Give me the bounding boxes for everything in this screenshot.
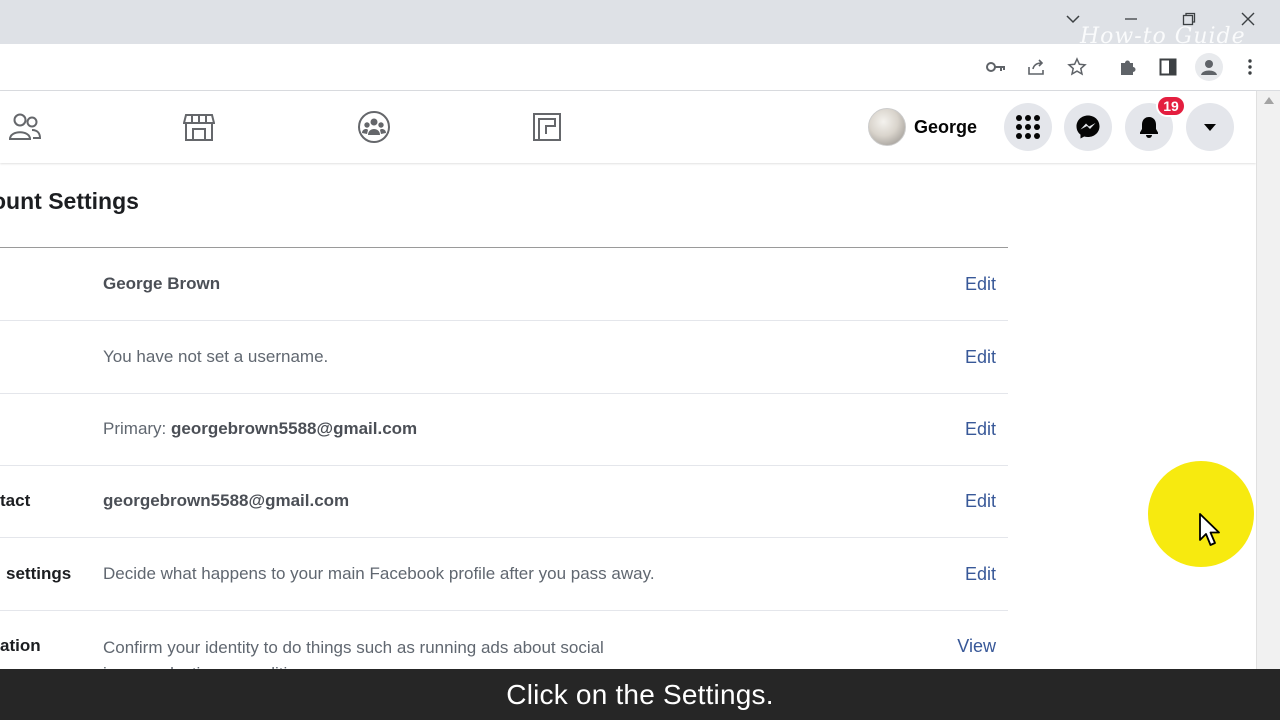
row-value: Decide what happens to your main Faceboo…	[103, 564, 655, 583]
edit-ad-contact-link[interactable]: Edit	[965, 465, 996, 537]
row-label: tact	[0, 491, 31, 510]
row-value: You have not set a username.	[103, 347, 329, 366]
menu-grid-button[interactable]	[1004, 103, 1052, 151]
messenger-button[interactable]	[1064, 103, 1112, 151]
browser-menu-icon[interactable]	[1236, 53, 1264, 81]
messenger-icon	[1076, 115, 1100, 139]
row-value: Primary: georgebrown5588@gmail.com	[103, 393, 417, 465]
settings-row-username: You have not set a username. Edit	[0, 321, 1008, 394]
primary-email: georgebrown5588@gmail.com	[171, 419, 418, 438]
settings-row-name: George Brown Edit	[0, 248, 1008, 321]
page-title: ount Settings	[0, 188, 139, 214]
share-icon[interactable]	[1023, 53, 1051, 81]
marketplace-icon[interactable]	[179, 109, 219, 145]
caret-down-icon	[1204, 123, 1216, 131]
primary-prefix: Primary:	[103, 419, 171, 438]
settings-row-ad-contact: tact georgebrown5588@gmail.com Edit	[0, 465, 1008, 538]
profile-shortcut[interactable]: George	[868, 107, 977, 147]
bookmark-star-icon[interactable]	[1063, 53, 1091, 81]
edit-contact-link[interactable]: Edit	[965, 393, 996, 465]
grid-menu-icon	[1016, 115, 1040, 139]
video-caption: Click on the Settings.	[506, 678, 774, 710]
key-icon[interactable]	[982, 53, 1010, 81]
settings-row-contact: Primary: georgebrown5588@gmail.com Edit	[0, 393, 1008, 466]
edit-name-link[interactable]: Edit	[965, 248, 996, 320]
page-scrollbar[interactable]	[1256, 91, 1280, 720]
profile-icon[interactable]	[1195, 53, 1223, 81]
gaming-icon[interactable]	[527, 109, 567, 145]
mouse-pointer-icon	[1198, 512, 1222, 553]
extensions-puzzle-icon[interactable]	[1114, 53, 1142, 81]
browser-toolbar	[0, 44, 1280, 91]
side-panel-icon[interactable]	[1154, 53, 1182, 81]
groups-icon[interactable]	[354, 109, 394, 145]
scroll-up-arrow-icon[interactable]	[1264, 97, 1274, 104]
browser-title-bar: How-to Guide	[0, 0, 1280, 49]
bell-icon	[1140, 117, 1158, 138]
avatar	[868, 108, 906, 146]
edit-memorialization-link[interactable]: Edit	[965, 538, 996, 610]
row-value-line-1: Confirm your identity to do things such …	[103, 638, 604, 657]
edit-username-link[interactable]: Edit	[965, 321, 996, 393]
notification-badge: 19	[1156, 95, 1186, 117]
profile-name: George	[914, 116, 978, 137]
facebook-top-nav: George	[0, 91, 1256, 163]
row-value: George Brown	[103, 274, 221, 293]
friends-icon[interactable]	[5, 109, 45, 145]
account-dropdown-button[interactable]	[1186, 103, 1234, 151]
row-value: georgebrown5588@gmail.com	[103, 491, 350, 510]
settings-row-memorialization: settings Decide what happens to your mai…	[0, 538, 1008, 611]
row-label: settings	[6, 564, 72, 583]
